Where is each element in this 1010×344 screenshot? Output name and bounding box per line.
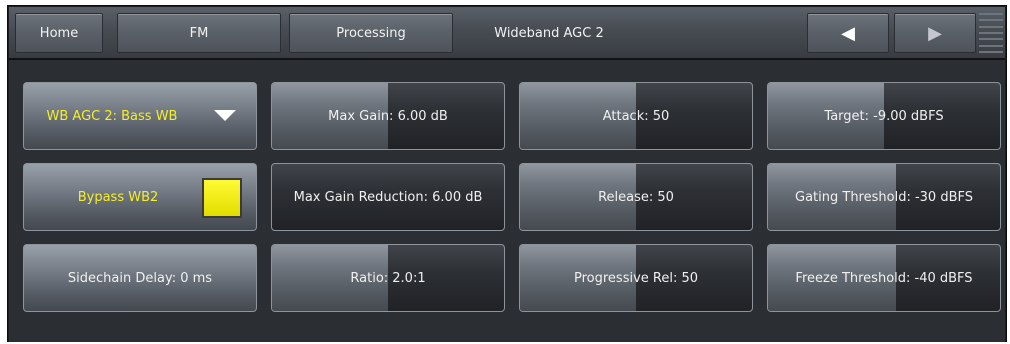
progressive-rel-label: Progressive Rel: 50 (573, 270, 699, 286)
arrow-left-icon: ◀ (841, 22, 855, 44)
bypass-toggle[interactable]: Bypass WB2 (23, 163, 257, 231)
chevron-down-icon (214, 110, 236, 121)
previous-page-button[interactable]: ◀ (807, 13, 889, 53)
freeze-threshold-label: Freeze Threshold: -40 dBFS (795, 270, 973, 286)
menu-icon[interactable] (979, 13, 1003, 53)
gating-threshold-slider[interactable]: Gating Threshold: -30 dBFS (767, 163, 1001, 231)
ratio-label: Ratio: 2.0:1 (350, 270, 426, 286)
processing-button-label: Processing (336, 25, 406, 41)
ratio-slider[interactable]: Ratio: 2.0:1 (271, 244, 505, 312)
sidechain-delay-control[interactable]: Sidechain Delay: 0 ms (23, 244, 257, 312)
top-nav-bar: Home FM Processing Wideband AGC 2 ◀ ▶ (9, 7, 1005, 60)
home-button[interactable]: Home (15, 13, 103, 53)
max-gain-reduction-label: Max Gain Reduction: 6.00 dB (293, 189, 483, 205)
release-label: Release: 50 (598, 189, 674, 205)
home-button-label: Home (39, 25, 79, 41)
max-gain-reduction-slider[interactable]: Max Gain Reduction: 6.00 dB (271, 163, 505, 231)
progressive-rel-slider[interactable]: Progressive Rel: 50 (519, 244, 753, 312)
preset-select[interactable]: WB AGC 2: Bass WB (23, 82, 257, 150)
release-slider[interactable]: Release: 50 (519, 163, 753, 231)
target-label: Target: -9.00 dBFS (824, 108, 944, 124)
bypass-indicator (202, 178, 242, 218)
control-panel: WB AGC 2: Bass WB Bypass WB2 Sidechain D… (9, 60, 1005, 342)
target-slider[interactable]: Target: -9.00 dBFS (767, 82, 1001, 150)
sidechain-delay-label: Sidechain Delay: 0 ms (67, 270, 213, 286)
fm-button[interactable]: FM (117, 13, 281, 53)
gating-threshold-label: Gating Threshold: -30 dBFS (795, 189, 973, 205)
app-window: Home FM Processing Wideband AGC 2 ◀ ▶ WB… (7, 5, 1007, 342)
bypass-toggle-label: Bypass WB2 (77, 189, 159, 205)
preset-select-label: WB AGC 2: Bass WB (46, 108, 178, 124)
next-page-button[interactable]: ▶ (894, 13, 976, 53)
attack-label: Attack: 50 (602, 108, 670, 124)
freeze-threshold-slider[interactable]: Freeze Threshold: -40 dBFS (767, 244, 1001, 312)
max-gain-slider[interactable]: Max Gain: 6.00 dB (271, 82, 505, 150)
fm-button-label: FM (189, 25, 209, 41)
arrow-right-icon: ▶ (928, 22, 942, 44)
attack-slider[interactable]: Attack: 50 (519, 82, 753, 150)
processing-button[interactable]: Processing (289, 13, 453, 53)
page-title: Wideband AGC 2 (494, 25, 604, 41)
max-gain-label: Max Gain: 6.00 dB (328, 108, 448, 124)
